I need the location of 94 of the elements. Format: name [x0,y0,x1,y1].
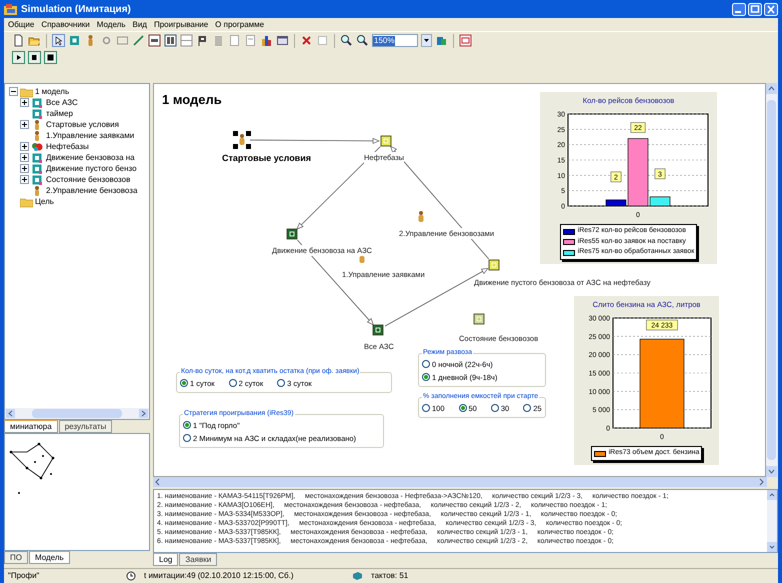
tree-item[interactable]: таймер [46,108,73,118]
square-icon [31,96,44,108]
tree-item[interactable]: Стартовые условия [46,120,119,130]
horizontal-scrollbar[interactable] [5,408,149,419]
block-node[interactable] [488,260,500,270]
vertical-scrollbar[interactable] [767,490,777,552]
tab[interactable]: миниатюра [4,420,58,433]
tab[interactable]: результаты [58,420,112,433]
horizontal-scrollbar[interactable] [153,477,767,487]
plus-box-icon[interactable] [20,142,29,151]
radio-button[interactable] [180,379,188,388]
tree-item[interactable]: 2.Управление бензовоза [46,186,138,196]
step-icon[interactable] [28,50,41,64]
tab[interactable]: Модель [28,551,70,564]
window-title: Simulation (Имитация) [21,2,131,16]
zoom-out-icon[interactable] [356,34,369,47]
tree-item[interactable]: Все АЗС [46,98,78,108]
square-icon [31,162,44,174]
zoom-combo[interactable]: 150% [372,34,418,47]
figure-node[interactable] [418,211,424,222]
tree-item[interactable]: Нефтебазы [46,142,89,152]
radio-button[interactable] [458,404,467,412]
new-file-icon[interactable] [12,34,25,47]
block-node[interactable] [372,324,384,336]
radio-button[interactable] [490,404,499,412]
vertical-scrollbar[interactable] [766,83,777,477]
status-text: t имитации:49 (02.10.2010 12:15:00, Сб.) [144,570,295,582]
radio-button[interactable] [422,404,430,412]
scroll-thumb[interactable] [767,100,776,460]
minimize-icon[interactable] [732,2,746,16]
selection-handles[interactable] [233,131,251,149]
radio-button[interactable] [523,404,532,412]
play-icon[interactable] [12,50,25,64]
tab[interactable]: Log [153,553,178,566]
status-text: "Профи" [8,570,40,582]
tree-item[interactable]: 1 модель [35,86,70,96]
tree-item[interactable]: 1.Управление заявками [46,130,134,140]
scroll-thumb[interactable] [32,409,122,418]
app-icon [4,4,17,14]
line-icon[interactable] [132,34,145,47]
maximize-icon[interactable] [748,2,762,16]
menu-item[interactable]: Проигрывание [154,18,208,30]
cube-icon [352,571,363,581]
plus-box-icon[interactable] [20,153,29,162]
menu-item[interactable]: Общие [8,18,34,30]
square-icon [31,174,44,186]
close-icon[interactable] [764,2,778,16]
tree-item[interactable]: Движение бензовоза на [46,152,135,162]
tab[interactable]: Заявки [179,553,218,566]
clock-icon [126,571,136,581]
framed-box-icon[interactable] [459,34,472,47]
radio-button[interactable] [277,379,286,388]
plus-box-icon[interactable] [20,120,29,129]
pointer-icon[interactable] [52,34,65,47]
framed-box-icon[interactable] [164,34,177,47]
radio-button[interactable] [183,421,191,430]
menu-item[interactable]: О программе [215,18,264,30]
square-icon [31,152,44,164]
block-node[interactable] [380,136,392,146]
menu-item[interactable]: Модель [96,18,126,30]
plus-box-icon[interactable] [20,164,29,173]
tree-item[interactable]: Состояние бензовозов [46,174,130,184]
minus-box-icon[interactable] [9,87,18,96]
node-label: Стартовые условия [222,152,312,166]
delete-icon[interactable] [300,34,313,47]
bar-chart-icon[interactable] [260,34,273,47]
radio-button[interactable] [422,373,430,382]
folder-icon [20,86,33,98]
folder-icon [20,196,33,208]
menu-item[interactable]: Вид [132,18,147,30]
menu-item[interactable]: Справочники [41,18,90,30]
plus-box-icon[interactable] [20,98,29,107]
block-node[interactable] [286,228,298,240]
left-arrow-icon[interactable] [6,409,15,418]
tree-item[interactable]: Цель [35,196,54,206]
tab[interactable]: ПО [4,551,28,564]
square-icon [31,108,44,120]
figure-node[interactable] [240,134,244,145]
framed-box-icon[interactable] [148,34,161,47]
radio-button[interactable] [228,379,237,388]
flag-icon[interactable] [196,34,209,47]
stop-icon[interactable] [44,50,57,64]
zoom-in-icon[interactable] [340,34,353,47]
diagram-title: 1 модель [162,91,222,109]
window-icon[interactable] [276,34,289,47]
database-icon[interactable] [435,34,448,47]
plus-box-icon[interactable] [20,175,29,184]
radio-button[interactable] [422,360,430,368]
status-text: тактов: 51 [371,570,408,582]
blobs-icon [31,140,44,152]
block-node[interactable] [474,314,484,324]
radio-button[interactable] [183,434,191,442]
right-arrow-icon[interactable] [139,409,148,418]
tree-item[interactable]: Движение пустого бензо [46,164,137,174]
